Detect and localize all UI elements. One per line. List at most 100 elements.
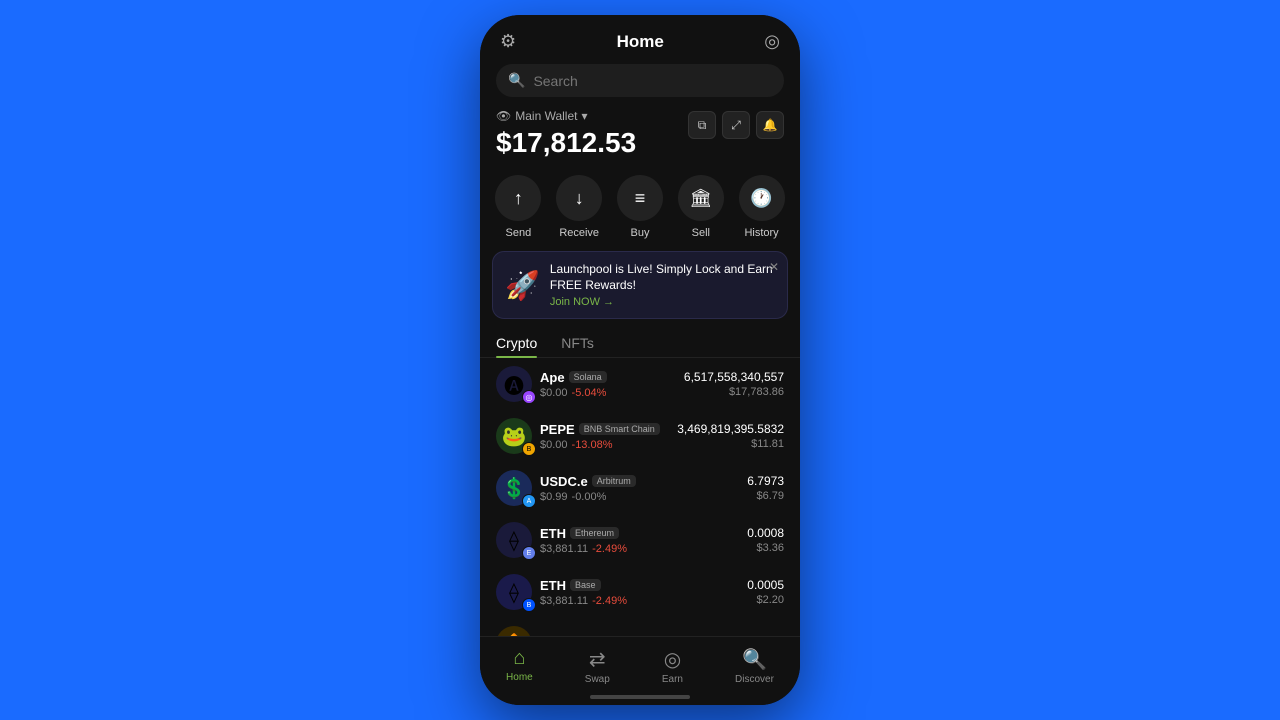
expand-button[interactable]: ⤢ [722, 111, 750, 139]
token-values-usdc: 6.7973 $6.79 [747, 474, 784, 502]
sell-label: Sell [692, 227, 710, 239]
token-change-pepe: -13.08% [572, 439, 613, 451]
token-avatar-pepe: 🐸 B [496, 418, 532, 454]
lens-icon[interactable]: ◎ [764, 31, 780, 52]
banner-close-button[interactable]: ✕ [769, 260, 779, 274]
chain-badge-usdc: A [522, 494, 536, 508]
token-usd-usdc: $6.79 [747, 490, 784, 502]
token-avatar-bnb: 🔶 B [496, 626, 532, 636]
chain-badge-ape: ◎ [522, 390, 536, 404]
page-title: Home [617, 32, 664, 52]
swap-icon: ⇄ [589, 647, 606, 672]
earn-icon: ◎ [664, 647, 681, 672]
copy-button[interactable]: ⧉ [688, 111, 716, 139]
nav-discover[interactable]: 🔍 Discover [723, 645, 786, 687]
token-amount-eth-mainnet: 0.0008 [747, 526, 784, 540]
nav-swap[interactable]: ⇄ Swap [573, 645, 622, 687]
send-icon-circle: ↑ [495, 175, 541, 221]
token-amount-eth-base: 0.0005 [747, 578, 784, 592]
nav-swap-label: Swap [585, 674, 610, 685]
wallet-left: 👁 Main Wallet ▾ $17,812.53 [496, 109, 636, 159]
search-bar[interactable]: 🔍 [496, 64, 784, 97]
token-price-eth-mainnet: $3,881.11 [540, 543, 588, 555]
launchpool-banner[interactable]: 🚀 Launchpool is Live! Simply Lock and Ea… [492, 251, 788, 319]
tab-nfts[interactable]: NFTs [561, 329, 594, 357]
token-chain-eth-base: Base [570, 579, 601, 591]
wallet-section: 👁 Main Wallet ▾ $17,812.53 ⧉ ⤢ 🔔 [480, 105, 800, 167]
token-avatar-eth-mainnet: ⟠ E [496, 522, 532, 558]
token-info-pepe: PEPE BNB Smart Chain $0.00 -13.08% [540, 422, 669, 451]
token-amount-pepe: 3,469,819,395.5832 [677, 422, 784, 436]
token-values-eth-mainnet: 0.0008 $3.36 [747, 526, 784, 554]
token-avatar-usdc: 💲 A [496, 470, 532, 506]
token-chain-pepe: BNB Smart Chain [579, 423, 660, 435]
action-buttons: ↑ Send ↓ Receive ≡ Buy 🏛 Sell 🕐 History [480, 167, 800, 251]
history-label: History [744, 227, 778, 239]
token-avatar-ape: 🅐 ◎ [496, 366, 532, 402]
token-row-ape[interactable]: 🅐 ◎ Ape Solana $0.00 -5.04% 6,517,558,34… [484, 358, 796, 410]
nav-home[interactable]: ⌂ Home [494, 645, 545, 687]
token-price-eth-base: $3,881.11 [540, 595, 588, 607]
settings-icon[interactable]: ⚙ [500, 31, 516, 52]
search-icon: 🔍 [508, 72, 525, 89]
wallet-name: Main Wallet [515, 109, 577, 123]
sell-button[interactable]: 🏛 Sell [678, 175, 724, 239]
eye-icon: 👁 [496, 109, 511, 123]
chain-badge-pepe: B [522, 442, 536, 456]
wallet-actions: ⧉ ⤢ 🔔 [688, 111, 784, 139]
token-list: 🅐 ◎ Ape Solana $0.00 -5.04% 6,517,558,34… [480, 358, 800, 636]
token-symbol-eth-base: ETH [540, 578, 566, 593]
token-usd-ape: $17,783.86 [684, 386, 784, 398]
token-amount-ape: 6,517,558,340,557 [684, 370, 784, 384]
chain-badge-eth-mainnet: E [522, 546, 536, 560]
token-row-usdc[interactable]: 💲 A USDC.e Arbitrum $0.99 -0.00% 6.7973 … [484, 462, 796, 514]
token-change-eth-base: -2.49% [592, 595, 627, 607]
receive-label: Receive [559, 227, 599, 239]
token-chain-eth-mainnet: Ethereum [570, 527, 619, 539]
home-bar [590, 695, 690, 699]
search-input[interactable] [533, 73, 772, 89]
banner-link[interactable]: Join NOW → [550, 296, 775, 308]
wallet-label: 👁 Main Wallet ▾ [496, 109, 636, 123]
token-change-usdc: -0.00% [572, 491, 607, 503]
token-row-eth-mainnet[interactable]: ⟠ E ETH Ethereum $3,881.11 -2.49% 0.0008… [484, 514, 796, 566]
banner-title: Launchpool is Live! Simply Lock and Earn… [550, 262, 775, 293]
token-values-ape: 6,517,558,340,557 $17,783.86 [684, 370, 784, 398]
banner-text: Launchpool is Live! Simply Lock and Earn… [550, 262, 775, 308]
chain-badge-eth-base: B [522, 598, 536, 612]
token-usd-eth-mainnet: $3.36 [747, 542, 784, 554]
wallet-balance: $17,812.53 [496, 127, 636, 159]
token-row-eth-base[interactable]: ⟠ B ETH Base $3,881.11 -2.49% 0.0005 $2.… [484, 566, 796, 618]
token-change-eth-mainnet: -2.49% [592, 543, 627, 555]
token-symbol-ape: Ape [540, 370, 565, 385]
sell-icon-circle: 🏛 [678, 175, 724, 221]
banner-icon: 🚀 [505, 269, 540, 302]
header: ⚙ Home ◎ [480, 15, 800, 60]
token-avatar-eth-base: ⟠ B [496, 574, 532, 610]
history-button[interactable]: 🕐 History [739, 175, 785, 239]
discover-icon: 🔍 [742, 647, 767, 672]
token-row-bnb[interactable]: 🔶 B BNB BNB Smart Chain 0.003 [484, 618, 796, 636]
buy-button[interactable]: ≡ Buy [617, 175, 663, 239]
nav-earn[interactable]: ◎ Earn [650, 645, 695, 687]
home-indicator [480, 691, 800, 705]
receive-button[interactable]: ↓ Receive [556, 175, 602, 239]
token-symbol-eth-mainnet: ETH [540, 526, 566, 541]
token-info-eth-mainnet: ETH Ethereum $3,881.11 -2.49% [540, 526, 739, 555]
asset-tabs: Crypto NFTs [480, 329, 800, 358]
chevron-down-icon: ▾ [581, 109, 587, 123]
bottom-nav: ⌂ Home ⇄ Swap ◎ Earn 🔍 Discover [480, 636, 800, 691]
token-values-eth-base: 0.0005 $2.20 [747, 578, 784, 606]
receive-icon-circle: ↓ [556, 175, 602, 221]
send-button[interactable]: ↑ Send [495, 175, 541, 239]
token-row-pepe[interactable]: 🐸 B PEPE BNB Smart Chain $0.00 -13.08% 3… [484, 410, 796, 462]
send-label: Send [506, 227, 532, 239]
tab-crypto[interactable]: Crypto [496, 329, 537, 357]
bell-button[interactable]: 🔔 [756, 111, 784, 139]
nav-earn-label: Earn [662, 674, 683, 685]
token-usd-pepe: $11.81 [677, 438, 784, 450]
home-icon: ⌂ [513, 647, 525, 670]
token-amount-usdc: 6.7973 [747, 474, 784, 488]
nav-discover-label: Discover [735, 674, 774, 685]
token-symbol-usdc: USDC.e [540, 474, 588, 489]
